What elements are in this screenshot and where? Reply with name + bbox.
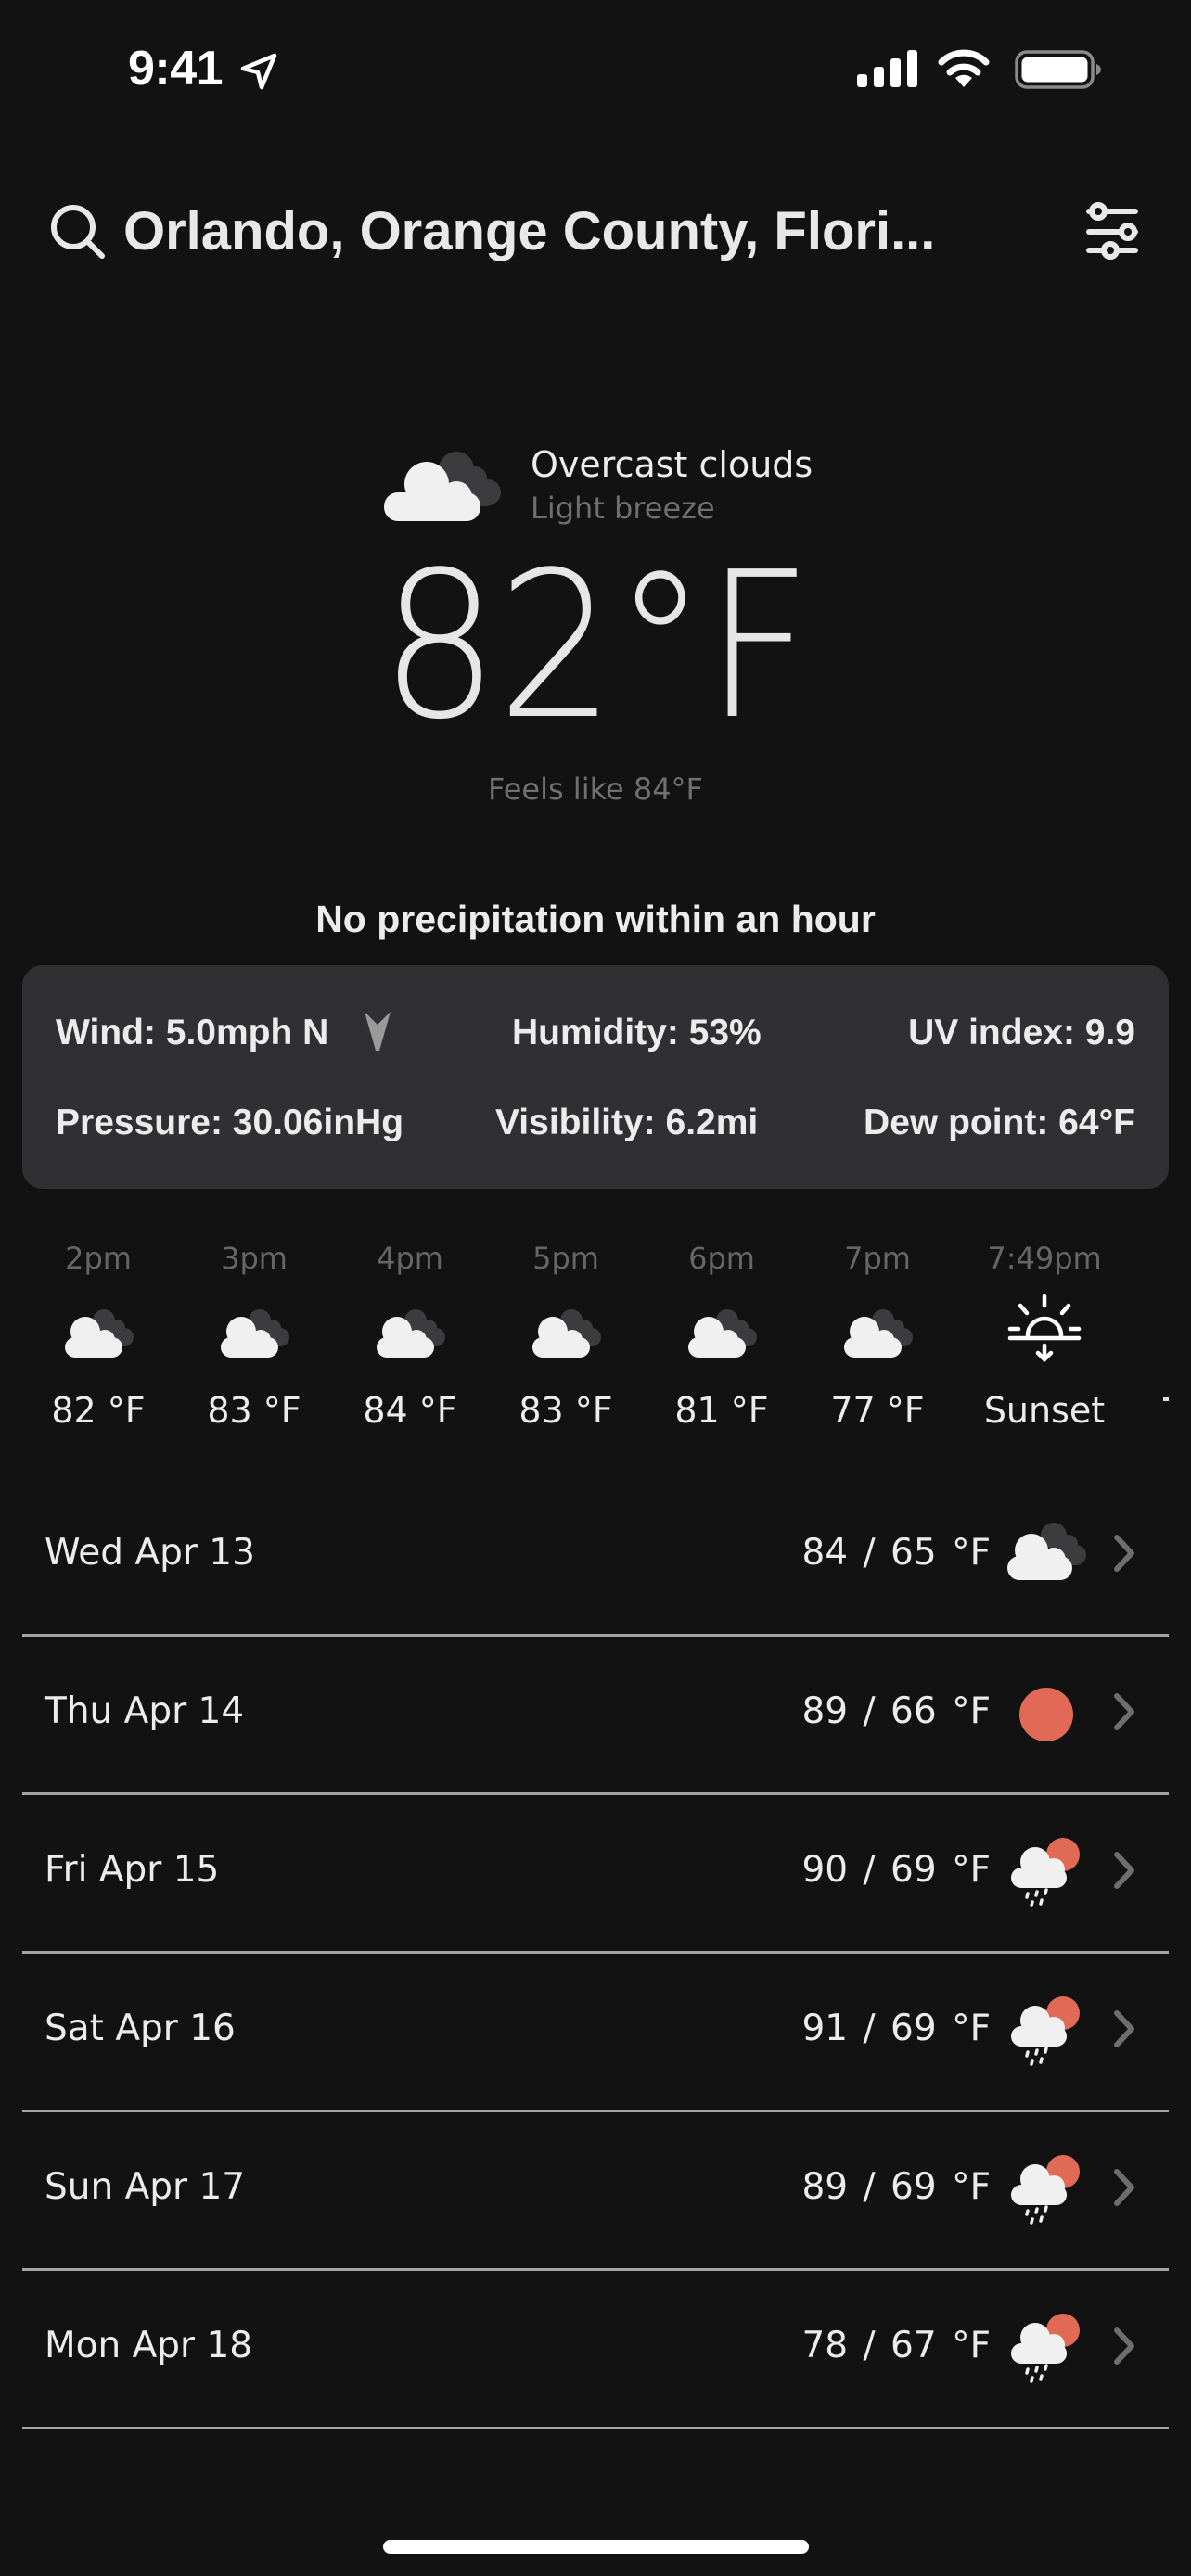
hourly-overflow-item [1163, 1397, 1169, 1401]
search-icon[interactable] [48, 202, 108, 261]
hourly-forecast[interactable]: 2pm 82 °F 3pm 83 °F 4pm 84 °F 5pm 83 °F … [0, 1224, 1191, 1447]
hour-time: 7pm [844, 1241, 911, 1276]
day-temps: 90 / 69 °F [801, 1849, 991, 1891]
day-temps: 84 / 65 °F [801, 1532, 991, 1574]
day-temps: 78 / 67 °F [801, 2325, 991, 2366]
wifi-icon [938, 49, 990, 87]
wind-direction-arrow-icon [365, 1012, 391, 1051]
hour-time: 3pm [221, 1241, 288, 1276]
rain-sun-icon [1009, 2312, 1082, 2383]
chevron-right-icon [1114, 2010, 1134, 2047]
divider [22, 2427, 1169, 2429]
hourly-item: 3pm 83 °F [176, 1224, 332, 1447]
rain-sun-icon [1009, 1836, 1082, 1907]
feels-like: Feels like 84°F [488, 772, 703, 807]
condition-label: Overcast clouds [531, 444, 813, 485]
chevron-right-icon [1114, 1693, 1134, 1730]
hour-temp: 83 °F [519, 1390, 613, 1431]
day-name: Thu Apr 14 [45, 1690, 245, 1732]
daily-row[interactable]: Fri Apr 15 90 / 69 °F [22, 1795, 1169, 1954]
overcast-clouds-icon [221, 1309, 289, 1358]
overcast-clouds-icon [65, 1309, 134, 1358]
stat-dew-point: Dew point: 64°F [864, 1103, 1135, 1142]
location-search-field[interactable]: Orlando, Orange County, Flori... [123, 197, 986, 267]
battery-full-icon [1015, 50, 1101, 89]
stat-visibility: Visibility: 6.2mi [495, 1103, 759, 1142]
rain-sun-icon [1009, 1995, 1082, 2066]
overcast-clouds-icon [532, 1309, 601, 1358]
hour-temp: Sunset [983, 1390, 1106, 1431]
hour-time: 7:49pm [987, 1241, 1102, 1276]
wind-description: Light breeze [531, 491, 715, 526]
sliders-icon[interactable] [1080, 198, 1145, 263]
daily-row[interactable]: Sun Apr 17 89 / 69 °F [22, 2112, 1169, 2271]
current-temperature: 82°F [0, 536, 1191, 759]
hour-time: 2pm [65, 1241, 132, 1276]
hour-time: 6pm [688, 1241, 755, 1276]
stat-humidity: Humidity: 53% [512, 1013, 762, 1052]
chevron-right-icon [1114, 1852, 1134, 1889]
daily-row[interactable]: Wed Apr 13 84 / 65 °F [22, 1478, 1169, 1637]
stat-uv-index: UV index: 9.9 [908, 1013, 1135, 1052]
daily-row[interactable]: Thu Apr 14 89 / 66 °F [22, 1637, 1169, 1795]
hourly-item: 6pm 81 °F [644, 1224, 800, 1447]
status-time: 9:41 [128, 42, 224, 96]
day-name: Sun Apr 17 [45, 2166, 246, 2208]
location-arrow-icon [240, 53, 277, 90]
current-temperature-value: 82°F [380, 529, 812, 764]
hour-temp: 84 °F [363, 1390, 457, 1431]
hourly-item-sunset: 7:49pm Sunset [967, 1224, 1122, 1447]
hour-temp: 82 °F [51, 1390, 146, 1431]
sunset-icon [1007, 1294, 1082, 1363]
day-temps: 89 / 66 °F [801, 1690, 991, 1732]
hourly-item: 5pm 83 °F [488, 1224, 644, 1447]
day-temps: 91 / 69 °F [801, 2008, 991, 2049]
hourly-item: 2pm 82 °F [20, 1224, 176, 1447]
cellular-signal-icon [857, 50, 917, 87]
day-name: Mon Apr 18 [45, 2325, 253, 2366]
chevron-right-icon [1114, 2169, 1134, 2206]
daily-row[interactable]: Sat Apr 16 91 / 69 °F [22, 1954, 1169, 2112]
hour-time: 4pm [377, 1241, 443, 1276]
day-name: Sat Apr 16 [45, 2008, 236, 2049]
day-name: Wed Apr 13 [45, 1532, 255, 1574]
stat-pressure: Pressure: 30.06inHg [56, 1103, 404, 1142]
hour-time: 5pm [532, 1241, 599, 1276]
hour-temp: 83 °F [207, 1390, 301, 1431]
stat-wind: Wind: 5.0mph N [56, 1013, 329, 1052]
overcast-clouds-icon [384, 452, 501, 521]
hourly-item: 4pm 84 °F [332, 1224, 488, 1447]
overcast-clouds-icon [377, 1309, 445, 1358]
home-indicator[interactable] [383, 2540, 809, 2554]
rain-sun-icon [1009, 2153, 1082, 2225]
day-temps: 89 / 69 °F [801, 2166, 991, 2208]
day-name: Fri Apr 15 [45, 1849, 220, 1891]
overcast-clouds-icon [688, 1309, 757, 1358]
overcast-clouds-icon [844, 1309, 913, 1358]
hourly-item: 7pm 77 °F [800, 1224, 955, 1447]
chevron-right-icon [1114, 1535, 1134, 1572]
weather-stats-card: Wind: 5.0mph N Humidity: 53% UV index: 9… [22, 965, 1169, 1189]
daily-row[interactable]: Mon Apr 18 78 / 67 °F [22, 2271, 1169, 2429]
hour-temp: 81 °F [674, 1390, 769, 1431]
sun-icon [1019, 1688, 1073, 1741]
precipitation-summary: No precipitation within an hour [315, 898, 876, 940]
chevron-right-icon [1114, 2327, 1134, 2365]
hour-temp: 77 °F [830, 1390, 925, 1431]
overcast-clouds-icon [1007, 1523, 1086, 1580]
